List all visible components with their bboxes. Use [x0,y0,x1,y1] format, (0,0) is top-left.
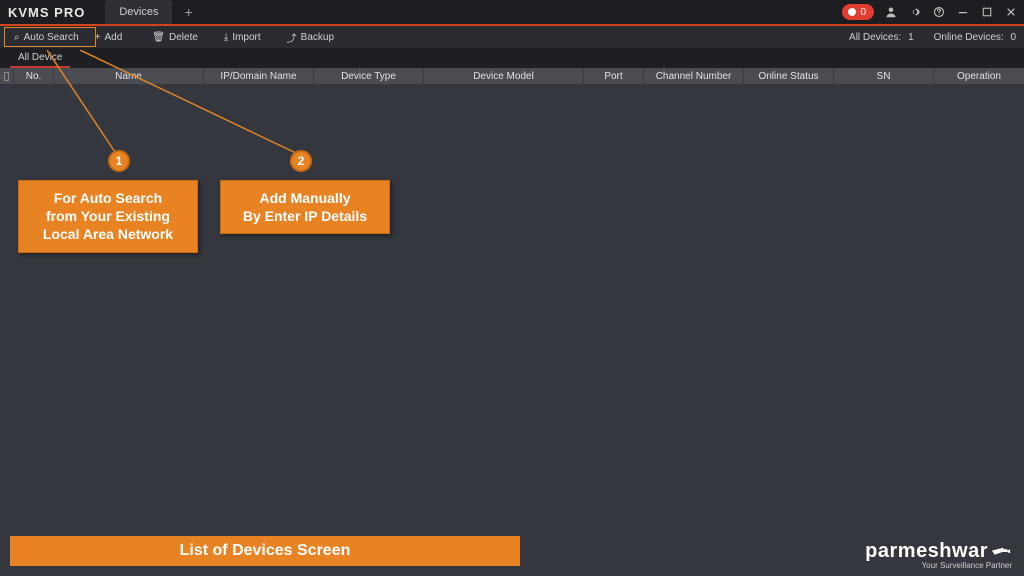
device-stats: All Devices: 1 Online Devices: 0 [849,32,1016,43]
maximize-icon[interactable] [980,5,994,19]
annotation-box-1-line1: For Auto Search [29,189,187,207]
col-port[interactable]: Port [584,68,644,84]
table-header: No. Name IP/Domain Name Device Type Devi… [0,68,1024,84]
add-button[interactable]: + Add [89,30,129,45]
backup-label: Backup [301,32,334,43]
stat-all-label: All Devices: [849,32,901,43]
delete-button[interactable]: 🗑 Delete [146,28,204,47]
checkbox-icon [4,72,9,81]
import-label: Import [232,32,260,43]
camera-icon [990,545,1012,559]
stat-all-count: 1 [908,32,914,43]
watermark: parmeshwar Your Surveillance Partner [865,540,1012,570]
user-icon[interactable] [884,5,898,19]
title-bar: KVMS PRO Devices + 0 [0,0,1024,24]
gear-icon[interactable] [908,5,922,19]
help-icon[interactable] [932,5,946,19]
col-sn[interactable]: SN [834,68,934,84]
record-count: 0 [860,7,866,18]
close-icon[interactable] [1004,5,1018,19]
import-icon: ⤓ [224,32,228,43]
auto-search-button[interactable]: ⌕ Auto Search [8,30,85,45]
col-name[interactable]: Name [54,68,204,84]
add-label: Add [105,32,123,43]
plus-icon: + [95,32,101,43]
window-tabs: Devices + [105,0,204,24]
delete-label: Delete [169,32,198,43]
minimize-icon[interactable] [956,5,970,19]
annotation-box-1: For Auto Search from Your Existing Local… [18,180,198,253]
annotation-badge-2: 2 [290,150,312,172]
col-operation[interactable]: Operation [934,68,1024,84]
backup-icon: ⤴ [287,30,297,45]
col-channel[interactable]: Channel Number [644,68,744,84]
col-checkbox[interactable] [0,68,14,84]
tab-devices[interactable]: Devices [105,0,172,24]
col-no[interactable]: No. [14,68,54,84]
annotation-box-1-line2: from Your Existing [29,207,187,225]
col-ip[interactable]: IP/Domain Name [204,68,314,84]
tab-add[interactable]: + [178,0,198,24]
watermark-text: parmeshwar [865,540,988,563]
toolbar-primary-group: ⌕ Auto Search + Add [8,30,128,45]
toolbar-secondary-group: 🗑 Delete ⤓ Import ⤴ Backup [146,28,340,47]
col-model[interactable]: Device Model [424,68,584,84]
search-icon: ⌕ [14,32,20,43]
col-type[interactable]: Device Type [314,68,424,84]
annotation-box-1-line3: Local Area Network [29,225,187,243]
table-body-empty [0,84,1024,504]
device-table: No. Name IP/Domain Name Device Type Devi… [0,68,1024,504]
annotation-box-2-line1: Add Manually [231,189,379,207]
stat-online-label: Online Devices: [934,32,1004,43]
auto-search-label: Auto Search [24,32,79,43]
app-brand: KVMS PRO [8,5,85,20]
col-status[interactable]: Online Status [744,68,834,84]
toolbar: ⌕ Auto Search + Add 🗑 Delete ⤓ Import ⤴ … [0,26,1024,48]
annotation-box-2: Add Manually By Enter IP Details [220,180,390,234]
trash-icon: 🗑 [152,32,165,43]
mic-icon [848,8,856,16]
sub-tab-all-device[interactable]: All Device [10,49,70,68]
stat-all-devices: All Devices: 1 [849,32,914,43]
record-badge[interactable]: 0 [842,4,874,20]
annotation-badge-1: 1 [108,150,130,172]
stat-online-count: 0 [1010,32,1016,43]
sub-tab-row: All Device [0,48,1024,68]
bottom-banner: List of Devices Screen [10,536,520,566]
stat-online-devices: Online Devices: 0 [934,32,1016,43]
import-button[interactable]: ⤓ Import [218,28,267,47]
backup-button[interactable]: ⤴ Backup [281,28,340,47]
annotation-box-2-line2: By Enter IP Details [231,207,379,225]
